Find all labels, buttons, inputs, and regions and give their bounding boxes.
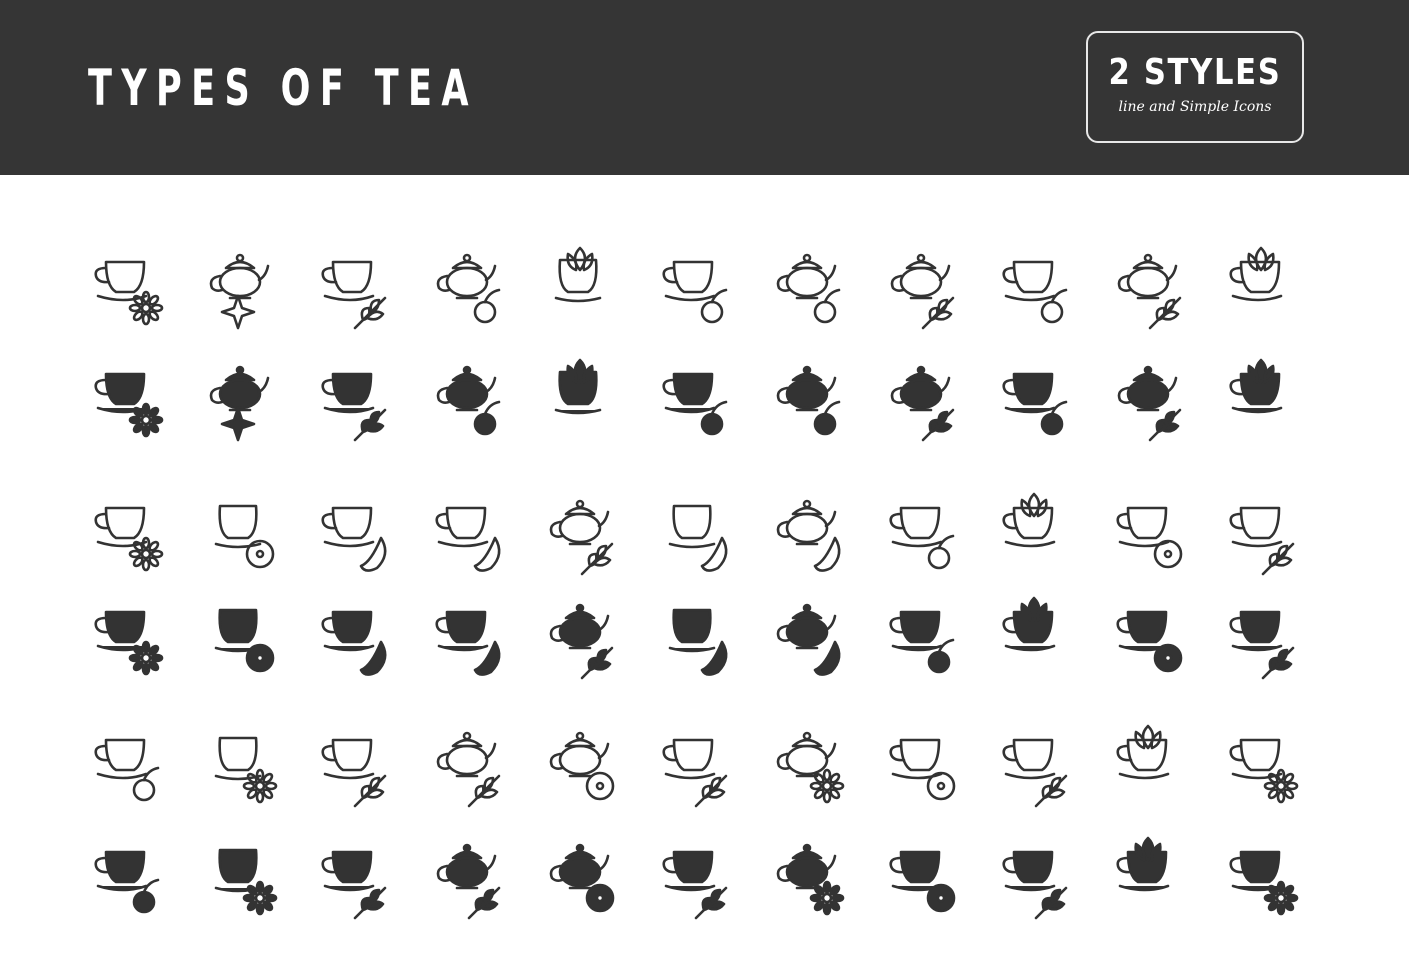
coffee-bean-tea-solid-icon: [1215, 590, 1305, 680]
passion-flower-tea-line-icon: [194, 718, 284, 808]
mint-tea-line-icon: [307, 240, 397, 330]
green-leaf-tea-solid-icon: [648, 830, 738, 920]
blackberry-tea-solid-icon: [648, 352, 738, 442]
page-title: TYPES OF TEA: [88, 59, 478, 117]
kumquat-tea-solid-icon: [875, 830, 965, 920]
raspberry-tea-solid-icon: [988, 352, 1078, 442]
avocado-tea-solid-icon: [648, 590, 738, 680]
star-anise-tea-solid-icon: [194, 352, 284, 442]
passion-flower-tea-solid-icon: [194, 830, 284, 920]
clematis-tea-line-icon: [1215, 718, 1305, 808]
clove-tea-line-icon: [534, 486, 624, 576]
flower-tea-solid-icon: [1215, 352, 1305, 442]
kumquat-tea-line-icon: [875, 718, 965, 808]
mint-tea-solid-icon: [307, 352, 397, 442]
chestnut-flower-tea-solid-icon: [761, 830, 851, 920]
icon-row-line: [80, 240, 1330, 330]
styles-badge: 2 STYLES line and Simple Icons: [1086, 31, 1304, 143]
badge-title: 2 STYLES: [1108, 52, 1282, 93]
lychee-tea-solid-icon: [1102, 590, 1192, 680]
star-anise-tea-line-icon: [194, 240, 284, 330]
currant-tea-solid-icon: [875, 352, 965, 442]
coffee-bean-tea-line-icon: [1215, 486, 1305, 576]
icon-row-line: [80, 718, 1330, 808]
chestnut-flower-tea-line-icon: [761, 718, 851, 808]
raspberry-tea-line-icon: [988, 240, 1078, 330]
hibiscus-tea-line-icon: [534, 240, 624, 330]
peach-tea-line-icon: [761, 486, 851, 576]
apple-tea-line-icon: [761, 240, 851, 330]
lychee-tea-line-icon: [1102, 486, 1192, 576]
maple-tea-solid-icon: [80, 830, 170, 920]
icon-row-solid: [80, 830, 1330, 920]
badge-subtitle: line and Simple Icons: [1118, 99, 1272, 115]
herbal-sprig-tea-solid-icon: [1102, 352, 1192, 442]
clematis-tea-solid-icon: [1215, 830, 1305, 920]
water-lily-tea-solid-icon: [1102, 830, 1192, 920]
clove-tea-solid-icon: [534, 590, 624, 680]
chamomile-tea-line-icon: [80, 240, 170, 330]
cherry-tea-line-icon: [875, 486, 965, 576]
rowan-tea-solid-icon: [988, 830, 1078, 920]
lotus-tea-solid-icon: [988, 590, 1078, 680]
sea-buckthorn-tea-line-icon: [534, 718, 624, 808]
apple-tea-solid-icon: [761, 352, 851, 442]
peach-tea-solid-icon: [761, 590, 851, 680]
flower-tea-line-icon: [1215, 240, 1305, 330]
sea-buckthorn-tea-solid-icon: [534, 830, 624, 920]
orange-tea-solid-icon: [307, 590, 397, 680]
blackberry-tea-line-icon: [648, 240, 738, 330]
header-banner: TYPES OF TEA 2 STYLES line and Simple Ic…: [0, 0, 1409, 175]
cherry-tea-solid-icon: [875, 590, 965, 680]
herbal-sprig-tea-line-icon: [1102, 240, 1192, 330]
maple-tea-line-icon: [80, 718, 170, 808]
jasmine-tea-line-icon: [80, 486, 170, 576]
water-lily-tea-line-icon: [1102, 718, 1192, 808]
icon-row-solid: [80, 590, 1330, 680]
icon-row-solid: [80, 352, 1330, 442]
fern-tea-line-icon: [307, 718, 397, 808]
rosehip-tea-solid-icon: [421, 352, 511, 442]
lemon-slice-tea-line-icon: [194, 486, 284, 576]
jasmine-tea-solid-icon: [80, 590, 170, 680]
willow-leaf-tea-line-icon: [421, 718, 511, 808]
lime-tea-line-icon: [421, 486, 511, 576]
chamomile-tea-solid-icon: [80, 352, 170, 442]
hibiscus-tea-solid-icon: [534, 352, 624, 442]
fern-tea-solid-icon: [307, 830, 397, 920]
lime-tea-solid-icon: [421, 590, 511, 680]
lotus-tea-line-icon: [988, 486, 1078, 576]
avocado-tea-line-icon: [648, 486, 738, 576]
currant-tea-line-icon: [875, 240, 965, 330]
lemon-slice-tea-solid-icon: [194, 590, 284, 680]
rosehip-tea-line-icon: [421, 240, 511, 330]
willow-leaf-tea-solid-icon: [421, 830, 511, 920]
icon-row-line: [80, 486, 1330, 576]
green-leaf-tea-line-icon: [648, 718, 738, 808]
rowan-tea-line-icon: [988, 718, 1078, 808]
orange-tea-line-icon: [307, 486, 397, 576]
